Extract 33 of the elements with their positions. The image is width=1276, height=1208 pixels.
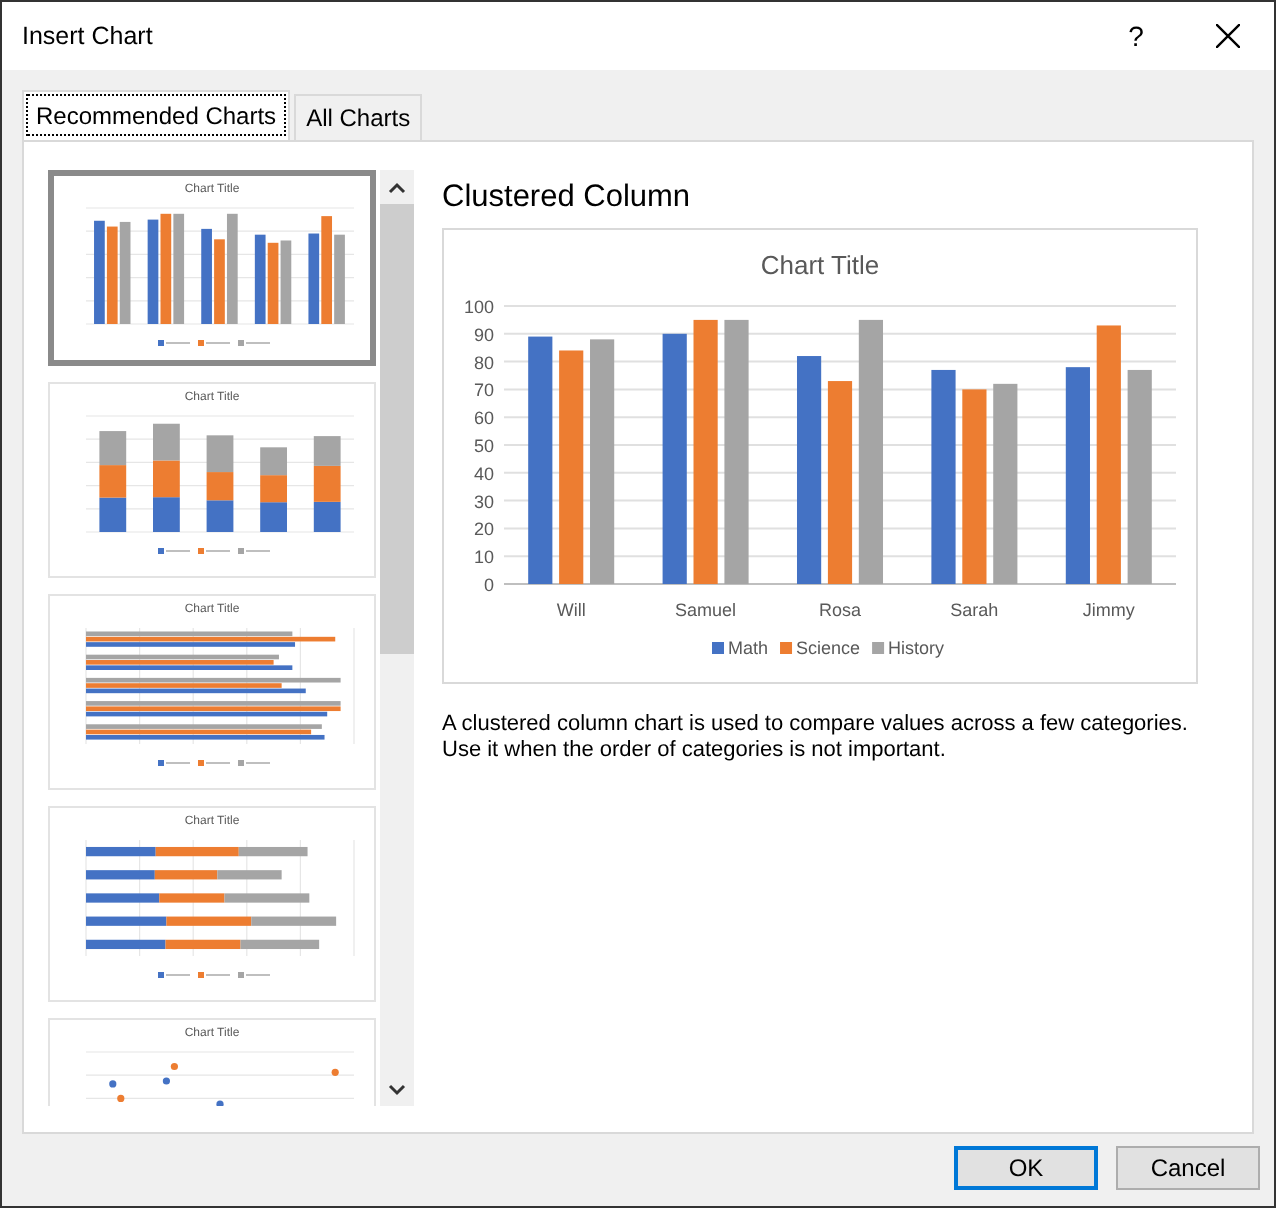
axis-label: 90 <box>473 325 494 346</box>
legend-label: Science <box>796 638 861 659</box>
category-label: Samuel <box>675 600 737 621</box>
window-title: Insert Chart <box>22 19 155 54</box>
axis-label: 60 <box>473 408 494 429</box>
legend-label: History <box>888 638 945 659</box>
chart-type-heading: Clustered Column <box>442 178 693 218</box>
axis-label: 20 <box>473 519 494 540</box>
scroll-up-icon[interactable] <box>388 181 406 193</box>
scrollbar[interactable] <box>380 170 414 1106</box>
category-label: Jimmy <box>1082 600 1135 621</box>
legend-label: Math <box>728 638 769 659</box>
tab[interactable]: Recommended Charts <box>22 90 291 140</box>
dialog-button[interactable]: OK <box>954 1146 1098 1190</box>
tab[interactable]: All Charts <box>294 94 423 140</box>
close-icon <box>1216 24 1240 48</box>
chart-title: Chart Title <box>760 250 880 281</box>
axis-label: 80 <box>473 353 494 374</box>
axis-label: 10 <box>473 547 494 568</box>
scroll-down-icon[interactable] <box>388 1083 406 1095</box>
chart-description: A clustered column chart is used to compare values across a few categories. Use it when the order of categories is not important. <box>442 712 1190 765</box>
axis-label: 50 <box>473 436 494 457</box>
category-label: Sarah <box>950 600 999 621</box>
axis-label: 100 <box>463 297 494 318</box>
axis-label: 30 <box>473 492 494 513</box>
dialog-button[interactable]: Cancel <box>1116 1146 1260 1190</box>
help-button[interactable]: ? <box>1090 15 1182 57</box>
axis-label: 70 <box>473 380 494 401</box>
axis-label: 40 <box>473 464 494 485</box>
scrollbar-thumb[interactable] <box>380 204 414 654</box>
axis-label: 0 <box>483 575 494 596</box>
category-label: Rosa <box>819 600 861 621</box>
category-label: Will <box>556 600 586 621</box>
